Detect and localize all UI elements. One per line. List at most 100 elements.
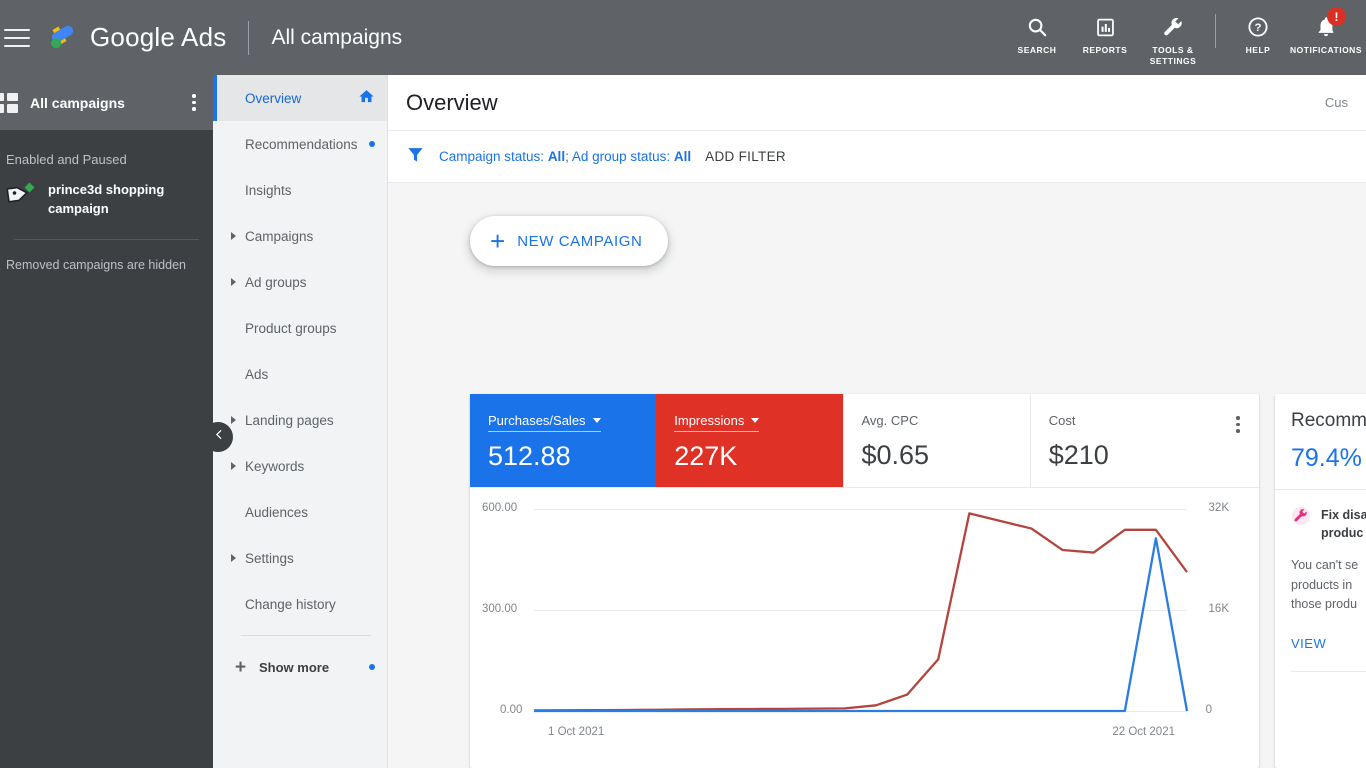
sidebar-item-keywords[interactable]: Keywords [213,443,387,489]
tools-settings-button[interactable]: TOOLS & SETTINGS [1139,8,1207,66]
shopping-tag-icon [6,181,36,207]
sidebar-item-change-history[interactable]: Change history [213,581,387,627]
chart-plot-area [533,512,1189,713]
sidebar-item-overview[interactable]: Overview [213,75,387,121]
page-header: Overview Cus [388,75,1366,131]
chevron-right-icon[interactable] [231,232,236,240]
sidebar-item-ads[interactable]: Ads [213,351,387,397]
sidebar-item-audiences[interactable]: Audiences [213,489,387,535]
show-more-label: Show more [259,659,330,675]
sidebar-show-more-button[interactable]: + Show more [213,644,387,690]
tools-settings-label: TOOLS & SETTINGS [1150,45,1197,66]
help-label: HELP [1245,45,1271,55]
reports-button[interactable]: REPORTS [1071,8,1139,56]
recommendation-view-button[interactable]: VIEW [1291,636,1366,651]
new-campaign-button[interactable]: + NEW CAMPAIGN [470,216,669,266]
sidebar-item-label: Ad groups [245,274,307,290]
scorecard-more-options-button[interactable] [1217,394,1259,487]
recommendations-divider [1291,671,1366,673]
removed-campaigns-note: Removed campaigns are hidden [6,257,186,272]
recommendation-title-line2: produc [1321,526,1364,541]
chevron-right-icon[interactable] [231,554,236,562]
scorecard-value: 227K [674,441,738,471]
sidebar-item-label: Overview [245,90,302,106]
campaign-list-item[interactable]: prince3d shopping campaign [6,181,199,239]
new-badge-dot-icon [369,664,375,670]
sidebar-item-recommendations[interactable]: Recommendations [213,121,387,167]
performance-chart-card: Purchases/Sales 512.88 Impressions 227K [470,394,1259,768]
recommendations-title: Recomm [1291,410,1366,431]
search-label: SEARCH [1017,45,1057,55]
hamburger-menu-icon[interactable] [4,28,30,47]
chevron-right-icon[interactable] [231,462,236,470]
campaign-panel-more-options-icon[interactable] [185,94,203,111]
chevron-right-icon[interactable] [231,416,236,424]
notifications-label: NOTIFICATIONS [1290,45,1362,55]
scorecard-label: Avg. CPC [861,413,919,428]
svg-text:?: ? [1255,22,1262,34]
scorecard-row: Purchases/Sales 512.88 Impressions 227K [470,394,1259,488]
scorecard-avg-cpc[interactable]: Avg. CPC $0.65 [842,394,1030,487]
sidebar-item-label: Recommendations [245,136,358,152]
campaign-panel-header[interactable]: All campaigns [0,75,213,130]
recommendation-item-header: Fix disa produc [1291,506,1366,542]
new-badge-dot-icon [369,141,375,147]
plus-icon: + [490,226,506,256]
reports-icon [1095,14,1116,40]
recommendation-desc-line1: You can't se [1291,558,1359,573]
tools-label-line1: TOOLS & [1152,45,1194,55]
add-filter-button[interactable]: ADD FILTER [705,149,786,164]
scorecard-label-wrap[interactable]: Purchases/Sales [488,413,601,432]
search-button[interactable]: SEARCH [1003,8,1071,56]
campaign-panel-title: All campaigns [30,94,125,111]
filter-separator: ; [565,149,572,164]
notifications-button[interactable]: ! NOTIFICATIONS [1290,7,1362,56]
top-app-bar: Google Ads All campaigns SEARCH REPORTS … [0,0,1366,75]
collapse-sidebar-button[interactable] [203,422,233,452]
line-chart: 600.00 300.00 0.00 32K 16K 0 1 Oct 2021 … [470,488,1259,767]
sidebar-item-product-groups[interactable]: Product groups [213,305,387,351]
recommendations-header: Recomm 79.4% [1275,394,1366,490]
chevron-right-icon[interactable] [231,278,236,286]
sidebar-item-label: Audiences [245,504,309,520]
scorecard-label: Cost [1048,413,1076,428]
chevron-down-icon[interactable] [751,418,760,423]
scorecard-value: 512.88 [488,441,571,471]
filter-bar: Campaign status: All; Ad group status: A… [388,131,1366,183]
actions-divider [1215,14,1216,48]
nav-divider [241,635,371,636]
scorecard-purchases-sales[interactable]: Purchases/Sales 512.88 [470,394,657,487]
wrench-icon [1162,14,1185,40]
scorecard-label-wrap[interactable]: Impressions [674,413,760,432]
recommendations-card: Recomm 79.4% Fix disa produc You can't s… [1275,394,1366,768]
sidebar-item-ad-groups[interactable]: Ad groups [213,259,387,305]
active-filters-text[interactable]: Campaign status: All; Ad group status: A… [439,149,691,164]
help-button[interactable]: ? HELP [1224,8,1292,56]
sidebar-item-insights[interactable]: Insights [213,167,387,213]
sidebar-item-label: Change history [245,596,336,612]
main-content: Overview Cus Campaign status: All; Ad gr… [388,75,1366,768]
sidebar-item-campaigns[interactable]: Campaigns [213,213,387,259]
filter-icon[interactable] [406,145,425,169]
home-icon [358,88,375,108]
google-ads-logo-icon [44,20,80,56]
sidebar-item-label: Ads [245,366,269,382]
google-ads-dashboard: Google Ads All campaigns SEARCH REPORTS … [0,0,1366,768]
sidebar-item-label: Keywords [245,458,305,474]
scorecard-cost[interactable]: Cost $210 [1029,394,1217,487]
active-indicator [213,75,217,121]
sidebar-item-landing-pages[interactable]: Landing pages [213,397,387,443]
sidebar-item-settings[interactable]: Settings [213,535,387,581]
left-navigation-menu: Overview Recommendations Insights Campai… [213,75,388,768]
grid-view-icon[interactable] [0,92,18,113]
campaign-status-label: Enabled and Paused [6,152,127,167]
adgroup-status-value: All [673,149,692,164]
scorecard-impressions[interactable]: Impressions 227K [656,394,843,487]
chevron-down-icon[interactable] [592,418,601,423]
campaign-selector-panel: All campaigns Enabled and Paused prince3… [0,75,213,768]
customize-button[interactable]: Cus [1325,95,1348,110]
plus-icon: + [235,656,247,678]
sidebar-item-label: Product groups [245,320,337,336]
recommendation-desc-line3: those produ [1291,597,1358,611]
sidebar-item-label: Campaigns [245,228,314,244]
